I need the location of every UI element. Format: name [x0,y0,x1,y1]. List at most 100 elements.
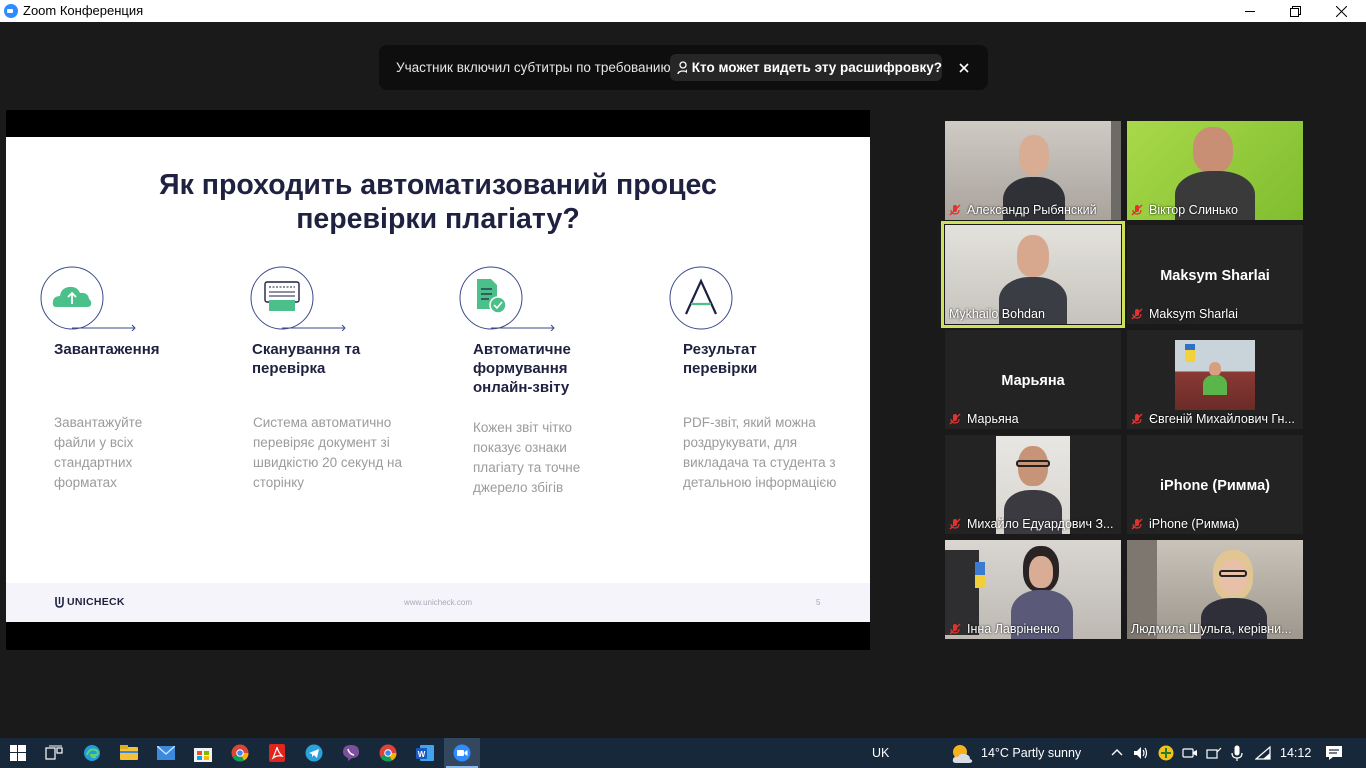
who-can-see-transcript-label: Кто может видеть эту расшифровку? [691,60,942,75]
task-view-icon [45,745,63,760]
wifi-icon[interactable] [1255,746,1271,760]
acrobat-icon [269,744,285,762]
muted-mic-icon [949,413,961,425]
taskbar-viber[interactable] [333,738,369,768]
step-description: Система автоматично перевіряє документ з… [253,415,403,490]
presentation-slide: Як проходить автоматизований процес пере… [6,137,870,622]
step-description: PDF-звіт, який можна роздрукувати, для в… [683,415,837,490]
captions-message: Участник включил субтитры по требованию [396,60,671,75]
participant-name: Віктор Слинько [1149,203,1238,217]
taskbar-acrobat[interactable] [259,738,295,768]
taskbar-telegram[interactable] [296,738,332,768]
participant-name-label: Інна Лавріненко [949,622,1117,636]
clock[interactable]: 14:12 [1280,746,1311,760]
close-window-button[interactable] [1318,0,1364,22]
step-heading: Завантаження [54,341,160,358]
muted-mic-icon [949,518,961,530]
notifications-icon[interactable] [1325,745,1343,761]
muted-mic-icon [1131,413,1143,425]
yellow-tray-icon[interactable] [1158,745,1174,761]
telegram-icon [305,744,323,762]
step-description: Завантажуйте файли у всіх стандартних фо… [54,415,143,490]
step-description: Кожен звіт чітко показує ознаки плагіату… [473,420,581,495]
participant-tile[interactable]: Інна Лавріненко [945,540,1121,639]
muted-mic-icon [1131,308,1143,320]
participant-name-label: Maksym Sharlai [1131,307,1299,321]
taskbar-word[interactable]: W [407,738,443,768]
participant-name: Александр Рыбянский [967,203,1097,217]
participant-name-label: Михайло Едуардович З... [949,517,1117,531]
participant-tile[interactable]: iPhone (Римма) iPhone (Римма) [1127,435,1303,534]
slide-footer-url: www.unicheck.com [403,598,473,607]
document-check-icon [459,266,555,331]
cloud-upload-icon [40,266,136,331]
participant-tile[interactable]: Віктор Слинько [1127,121,1303,220]
participant-tile[interactable]: Євгеній Михайлович Гн... [1127,330,1303,429]
speaker-icon[interactable] [1133,746,1149,760]
meet-now-icon[interactable] [1182,746,1198,760]
taskbar-chrome[interactable] [222,738,258,768]
minimize-icon [1245,11,1255,12]
participant-display-name: Maksym Sharlai [1160,268,1270,284]
slide-title-line-1: Як проходить автоматизований процес [159,169,717,201]
network-device-icon[interactable] [1206,746,1222,760]
participant-name: Maksym Sharlai [1149,307,1238,321]
weather-widget[interactable]: 14°C Partly sunny [981,746,1081,760]
taskbar-edge[interactable] [74,738,110,768]
taskbar-file-explorer[interactable] [111,738,147,768]
zoom-app-icon [4,4,18,18]
participant-name: Євгеній Михайлович Гн... [1149,412,1295,426]
task-view-button[interactable] [36,738,72,768]
word-icon: W [416,745,434,761]
participant-display-name: Марьяна [1001,373,1065,389]
slide-page-number: 5 [816,598,821,607]
captions-notification-banner: Участник включил субтитры по требованию … [379,45,988,90]
start-button[interactable] [0,738,36,768]
chrome-icon [379,744,397,762]
taskbar-mail[interactable] [148,738,184,768]
participant-name-label: iPhone (Римма) [1131,517,1299,531]
taskbar-chrome-2[interactable] [370,738,406,768]
participant-name-label: Людмила Шульга, керівни... [1131,622,1299,636]
step-heading: Автоматичне формування онлайн-звіту [473,341,571,396]
close-banner-button[interactable] [954,58,974,78]
participant-name-label: Марьяна [949,412,1117,426]
participant-name-label: Віктор Слинько [1131,203,1299,217]
input-language[interactable]: UK [872,746,889,760]
participant-name: Марьяна [967,412,1019,426]
participant-display-name: iPhone (Римма) [1160,478,1270,494]
close-icon [1335,5,1347,17]
chrome-icon [231,744,249,762]
participant-name: Mykhailo Bohdan [949,307,1045,321]
participant-tile[interactable]: Марьяна Марьяна [945,330,1121,429]
mail-icon [157,746,175,760]
participant-tile[interactable]: Людмила Шульга, керівни... [1127,540,1303,639]
partly-sunny-icon [952,745,973,763]
muted-mic-icon [1131,204,1143,216]
participant-tile[interactable]: Maksym Sharlai Maksym Sharlai [1127,225,1303,324]
participant-tile[interactable]: Александр Рыбянский [945,121,1121,220]
chevron-up-icon[interactable] [1111,748,1123,756]
participant-name-label: Євгеній Михайлович Гн... [1131,412,1299,426]
store-icon [194,748,212,762]
participant-video [1175,340,1255,410]
windows-taskbar: W UK 14°C Partly sunny 14:12 [0,738,1366,768]
muted-mic-icon [949,623,961,635]
taskbar-zoom[interactable] [444,738,480,768]
taskbar-store[interactable] [185,738,221,768]
viber-icon [343,745,359,761]
participant-tile-active-speaker[interactable]: Mykhailo Bohdan [941,221,1125,328]
participant-tile[interactable]: Михайло Едуардович З... [945,435,1121,534]
restore-button[interactable] [1272,0,1318,22]
step-heading: Результат перевірки [683,341,758,377]
step-heading: Сканування та перевірка [252,341,361,377]
minimize-button[interactable] [1227,0,1273,22]
shared-screen[interactable]: Як проходить автоматизований процес пере… [6,110,870,650]
letter-a-icon [669,266,733,330]
windows-logo-icon [10,745,26,761]
who-can-see-transcript-button[interactable]: Кто может видеть эту расшифровку? [670,54,942,81]
svg-text:W: W [418,750,426,759]
microphone-icon[interactable] [1231,745,1243,761]
person-shield-icon [677,60,687,74]
zoom-icon [453,744,471,762]
